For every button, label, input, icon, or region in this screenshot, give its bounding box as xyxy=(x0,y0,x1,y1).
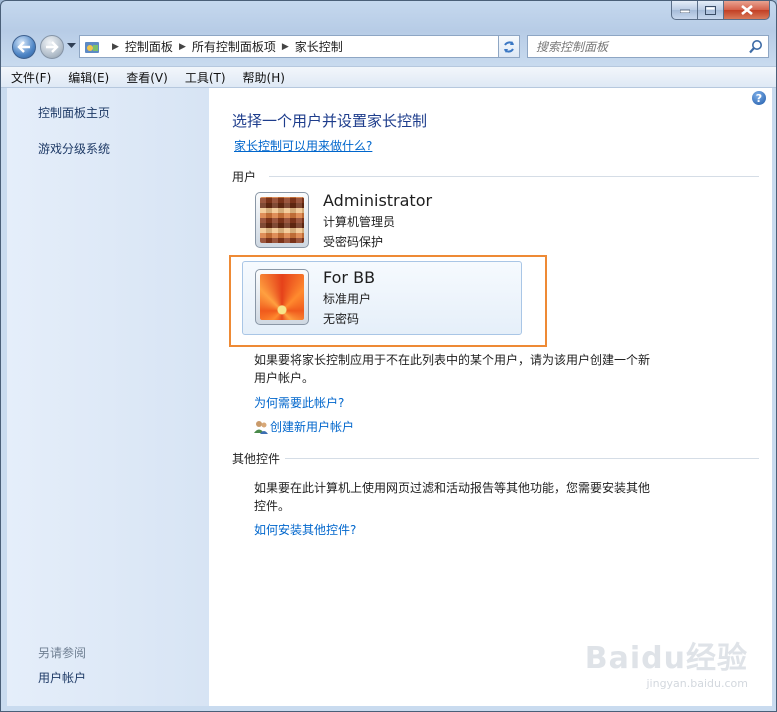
close-button[interactable] xyxy=(724,1,770,20)
refresh-icon xyxy=(504,40,514,53)
page-title: 选择一个用户并设置家长控制 xyxy=(232,112,428,130)
why-need-account-link[interactable]: 为何需要此帐户? xyxy=(254,394,344,411)
note-line: 用户帐户。 xyxy=(254,371,315,385)
close-icon xyxy=(740,5,753,15)
address-row: ▶ 控制面板 ▶ 所有控制面板项 ▶ 家长控制 xyxy=(1,31,776,63)
menu-help[interactable]: 帮助(H) xyxy=(243,69,285,86)
user-administrator[interactable]: Administrator 计算机管理员 受密码保护 xyxy=(255,191,433,250)
create-account-link[interactable]: 创建新用户帐户 xyxy=(270,418,354,435)
refresh-button[interactable] xyxy=(498,35,520,58)
other-controls-divider xyxy=(285,458,759,459)
main-panel: ? 选择一个用户并设置家长控制 家长控制可以用来做什么? 用户 Administ… xyxy=(209,88,772,706)
search-input[interactable] xyxy=(536,37,746,56)
breadcrumb-chevron-icon: ▶ xyxy=(281,41,289,52)
selection-highlight-box xyxy=(229,255,547,347)
menu-bar: 文件(F) 编辑(E) 查看(V) 工具(T) 帮助(H) xyxy=(1,66,776,88)
user-role: 计算机管理员 xyxy=(323,215,396,229)
sidebar-see-also-heading: 另请参阅 xyxy=(38,646,87,660)
users-section-heading: 用户 xyxy=(232,170,257,184)
sidebar-game-ratings[interactable]: 游戏分级系统 xyxy=(38,140,110,157)
how-install-controls-link[interactable]: 如何安装其他控件? xyxy=(254,521,356,538)
what-can-parental-controls-do-link[interactable]: 家长控制可以用来做什么? xyxy=(234,137,372,154)
minimize-icon xyxy=(679,9,690,13)
sidebar-user-accounts[interactable]: 用户帐户 xyxy=(38,669,86,686)
breadcrumb-all-items[interactable]: 所有控制面板项 xyxy=(192,38,276,55)
maximize-icon xyxy=(705,5,716,15)
breadcrumb-parental-controls[interactable]: 家长控制 xyxy=(295,38,343,55)
note-line: 如果要在此计算机上使用网页过滤和活动报告等其他功能，您需要安装其他 xyxy=(254,481,651,495)
user-name: Administrator xyxy=(323,191,433,210)
back-arrow-icon xyxy=(17,41,30,53)
menu-edit[interactable]: 编辑(E) xyxy=(68,69,109,86)
note-line: 控件。 xyxy=(254,499,291,513)
breadcrumb-control-panel[interactable]: 控制面板 xyxy=(125,38,173,55)
baidu-watermark: Baidu经验 jingyan.baidu.com xyxy=(585,633,748,690)
maximize-button[interactable] xyxy=(698,1,724,20)
help-icon[interactable]: ? xyxy=(752,91,766,105)
back-button[interactable] xyxy=(12,35,36,59)
note-line: 如果要将家长控制应用于不在此列表中的某个用户，请为该用户创建一个新 xyxy=(254,353,651,367)
users-section-divider xyxy=(269,176,759,177)
users-icon xyxy=(254,420,268,434)
control-panel-icon xyxy=(85,41,99,53)
other-controls-heading: 其他控件 xyxy=(232,452,281,466)
watermark-logo: Baidu经验 xyxy=(584,641,748,676)
address-bar[interactable]: ▶ 控制面板 ▶ 所有控制面板项 ▶ 家长控制 xyxy=(79,35,518,58)
breadcrumb-chevron-icon: ▶ xyxy=(112,41,119,52)
forward-button[interactable] xyxy=(40,35,64,59)
window: ▶ 控制面板 ▶ 所有控制面板项 ▶ 家长控制 文件(F) 编辑(E) 查看(V… xyxy=(0,0,777,712)
user-password-status: 受密码保护 xyxy=(323,235,384,249)
create-account-link-row[interactable]: 创建新用户帐户 xyxy=(253,418,354,435)
sidebar-control-panel-home[interactable]: 控制面板主页 xyxy=(38,104,110,121)
forward-arrow-icon xyxy=(46,41,59,53)
avatar xyxy=(255,192,309,248)
other-controls-note: 如果要在此计算机上使用网页过滤和活动报告等其他功能，您需要安装其他 控件。 xyxy=(254,479,674,515)
administrator-picture-icon xyxy=(260,197,304,243)
watermark-url: jingyan.baidu.com xyxy=(646,677,748,690)
new-account-note: 如果要将家长控制应用于不在此列表中的某个用户，请为该用户创建一个新 用户帐户。 xyxy=(254,351,674,387)
user-info: Administrator 计算机管理员 受密码保护 xyxy=(323,191,433,250)
minimize-button[interactable] xyxy=(671,1,698,20)
search-icon[interactable] xyxy=(749,39,763,54)
menu-view[interactable]: 查看(V) xyxy=(126,69,168,86)
sidebar: 控制面板主页 游戏分级系统 另请参阅 用户帐户 xyxy=(7,88,209,706)
menu-file[interactable]: 文件(F) xyxy=(11,69,51,86)
recent-pages-dropdown-icon[interactable] xyxy=(67,43,76,49)
breadcrumb-chevron-icon: ▶ xyxy=(178,41,186,52)
search-box[interactable] xyxy=(527,35,769,58)
menu-tools[interactable]: 工具(T) xyxy=(185,69,226,86)
caption-buttons xyxy=(671,1,770,20)
